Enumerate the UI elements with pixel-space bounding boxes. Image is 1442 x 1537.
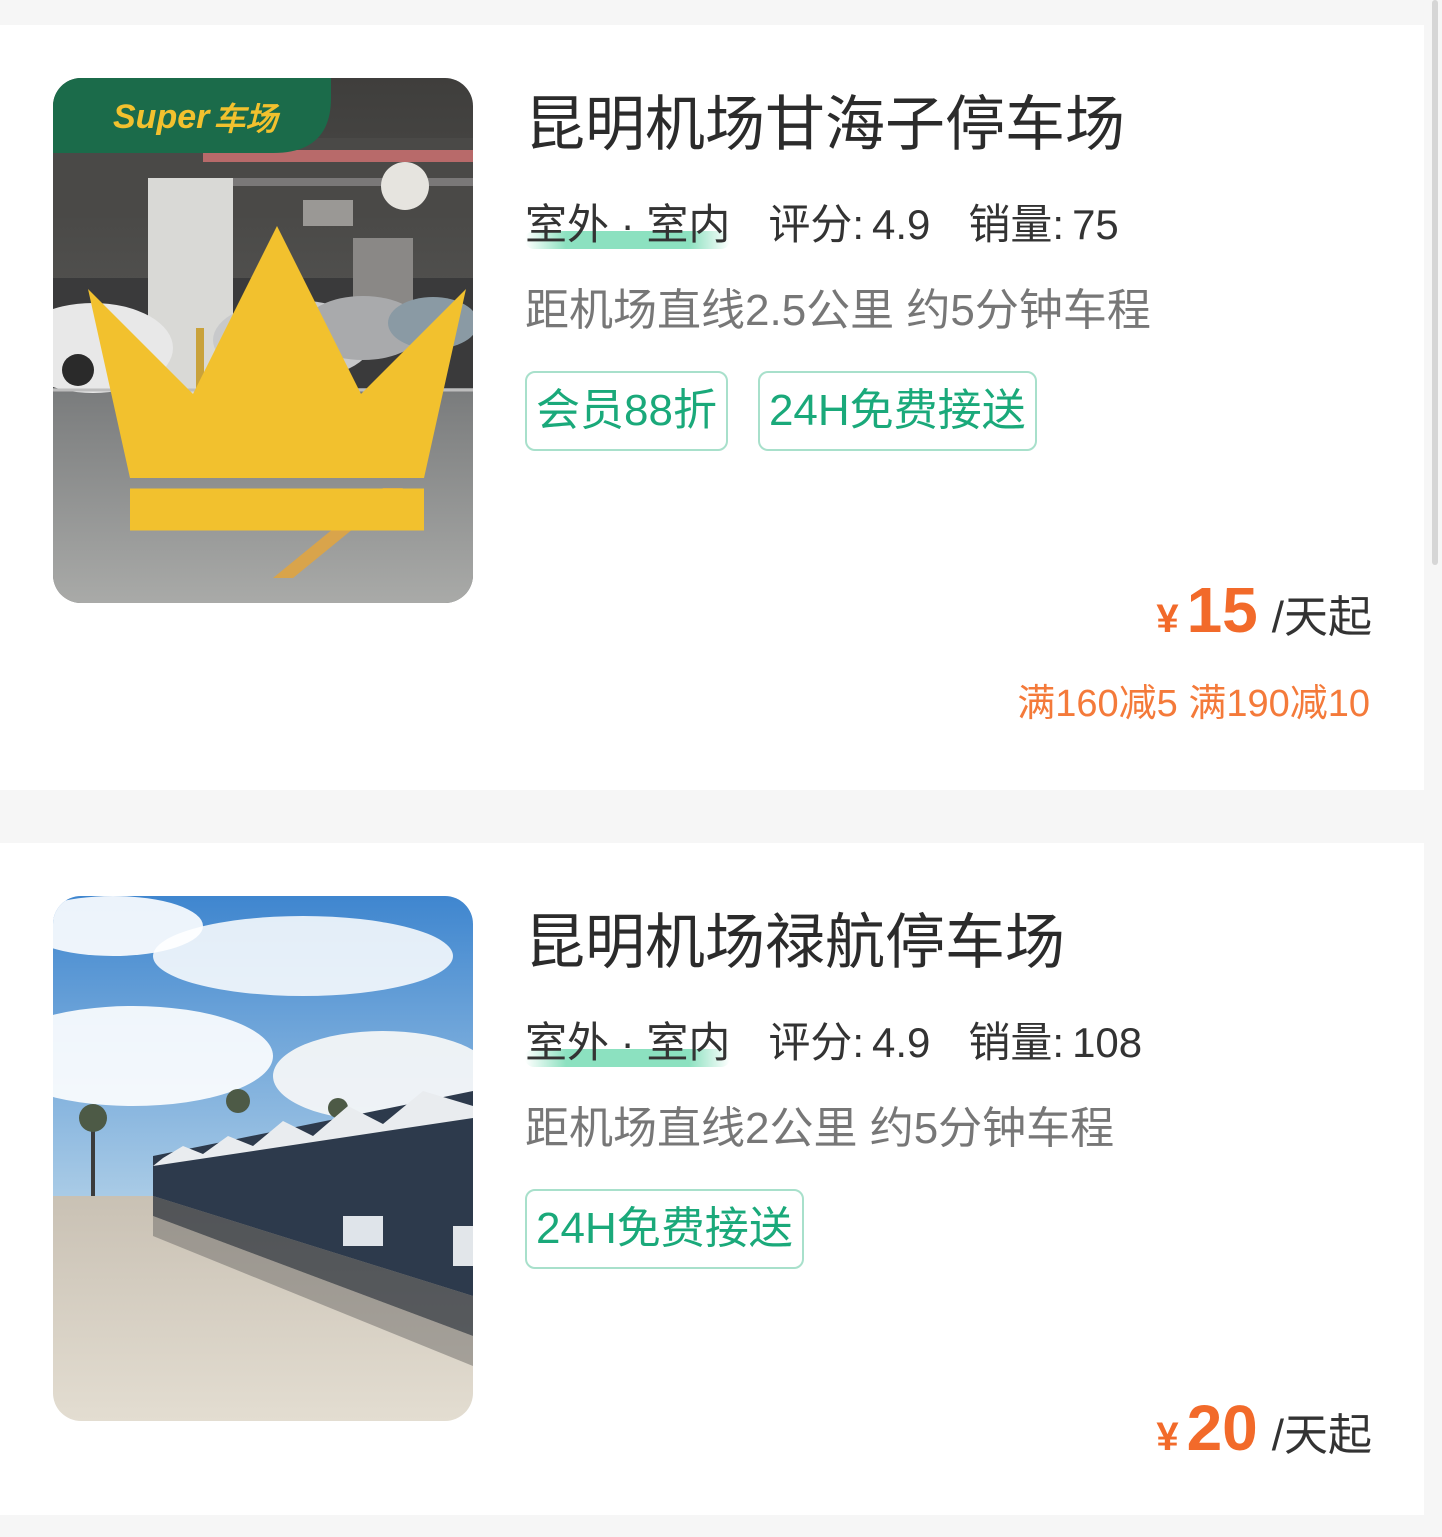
tag-free-shuttle: 24H免费接送	[757, 371, 1037, 451]
parking-title[interactable]: 昆明机场甘海子停车场	[525, 87, 1388, 163]
tag-list: 24H免费接送	[525, 1189, 1388, 1269]
parking-list-page: Super 车场 昆明机场甘海子停车场 室外 · 室内 评分: 4.9 销量: 75…	[0, 0, 1442, 1537]
tag-free-shuttle: 24H免费接送	[525, 1189, 804, 1269]
sales-value: 108	[1072, 1019, 1143, 1066]
price-unit: /天起	[1271, 593, 1372, 642]
parking-title[interactable]: 昆明机场禄航停车场	[525, 905, 1388, 981]
rating: 评分: 4.9	[768, 201, 931, 248]
tag-list: 会员88折 24H免费接送	[525, 371, 1388, 451]
price: ¥ 20 /天起	[1156, 1391, 1372, 1465]
badge-suffix-text: 车场	[213, 100, 278, 138]
price-unit: /天起	[1271, 1411, 1372, 1460]
rating: 评分: 4.9	[768, 1019, 931, 1066]
environment-type: 室外 · 室内	[525, 1019, 731, 1067]
sales: 销量: 75	[968, 201, 1119, 248]
price-value: 15	[1186, 574, 1258, 646]
distance-text: 距机场直线2.5公里 约5分钟车程	[525, 286, 1151, 335]
distance-text: 距机场直线2公里 约5分钟车程	[525, 1104, 1115, 1153]
currency-symbol: ¥	[1156, 1415, 1179, 1459]
price: ¥ 15 /天起	[1156, 573, 1372, 647]
scrollbar[interactable]	[1432, 0, 1438, 565]
environment-type: 室外 · 室内	[525, 201, 731, 249]
parking-card[interactable]: Super 车场 昆明机场甘海子停车场 室外 · 室内 评分: 4.9 销量: 75…	[0, 25, 1424, 790]
crown-icon	[67, 100, 466, 531]
rating-value: 4.9	[872, 201, 931, 248]
badge-brand-text: Super	[113, 97, 210, 136]
parking-info: 昆明机场禄航停车场 室外 · 室内 评分: 4.9 销量: 108 距机场直线2公里…	[525, 905, 1388, 1269]
tag-member-discount: 会员88折	[525, 371, 728, 451]
price-value: 20	[1186, 1392, 1258, 1464]
rating-value: 4.9	[872, 1019, 931, 1066]
super-parking-badge: Super 车场	[67, 94, 466, 531]
parking-card[interactable]: 昆明机场禄航停车场 室外 · 室内 评分: 4.9 销量: 108 距机场直线2公里…	[0, 843, 1424, 1515]
parking-info: 昆明机场甘海子停车场 室外 · 室内 评分: 4.9 销量: 75 距机场直线2.5…	[525, 87, 1388, 451]
parking-photo-underground[interactable]: Super 车场	[53, 78, 473, 603]
parking-meta: 室外 · 室内 评分: 4.9 销量: 108	[525, 1017, 1388, 1069]
sales-value: 75	[1072, 201, 1119, 248]
promo-text: 满160减5 满190减10	[1017, 683, 1370, 725]
parking-meta: 室外 · 室内 评分: 4.9 销量: 75	[525, 199, 1388, 251]
currency-symbol: ¥	[1156, 597, 1179, 641]
sales: 销量: 108	[968, 1019, 1143, 1066]
parking-photo-outdoor[interactable]	[53, 896, 473, 1421]
